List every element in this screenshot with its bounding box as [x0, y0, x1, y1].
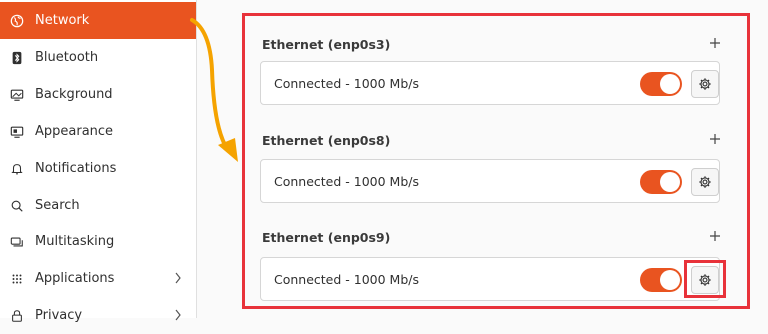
sidebar-item-notifications[interactable]: Notifications	[0, 150, 196, 187]
sidebar-item-label: Network	[35, 13, 90, 28]
toggle-knob	[660, 74, 680, 94]
connection-toggle[interactable]	[640, 268, 682, 292]
sidebar-item-search[interactable]: Search	[0, 187, 196, 224]
gear-icon	[699, 274, 711, 286]
sidebar-item-network[interactable]: Network	[0, 2, 196, 39]
gear-icon	[699, 78, 711, 90]
connection-toggle[interactable]	[640, 72, 682, 96]
section-title: Ethernet (enp0s8)	[262, 133, 391, 148]
connection-row: Connected - 1000 Mb/s	[260, 257, 720, 301]
chevron-right-icon	[175, 272, 181, 284]
lock-icon	[9, 308, 25, 324]
bell-icon	[9, 161, 25, 177]
sidebar-item-applications[interactable]: Applications	[0, 260, 196, 297]
toggle-knob	[660, 270, 680, 290]
appearance-icon	[9, 124, 25, 140]
connection-status: Connected - 1000 Mb/s	[274, 174, 419, 189]
chevron-right-icon	[175, 309, 181, 321]
sidebar-item-multitasking[interactable]: Multitasking	[0, 223, 196, 260]
sidebar-item-label: Appearance	[35, 124, 114, 139]
gear-icon	[699, 176, 711, 188]
connection-row: Connected - 1000 Mb/s	[260, 159, 720, 203]
sidebar-item-bluetooth[interactable]: Bluetooth	[0, 39, 196, 76]
sidebar-item-label: Search	[35, 198, 80, 213]
multitasking-icon	[9, 234, 25, 250]
toggle-knob	[660, 172, 680, 192]
sidebar-item-label: Background	[35, 87, 113, 102]
connection-toggle[interactable]	[640, 170, 682, 194]
section-title: Ethernet (enp0s9)	[262, 230, 391, 245]
bluetooth-icon	[9, 50, 25, 66]
sidebar-item-appearance[interactable]: Appearance	[0, 113, 196, 150]
background-icon	[9, 87, 25, 103]
sidebar-item-label: Privacy	[35, 308, 83, 323]
sidebar-item-label: Notifications	[35, 161, 117, 176]
settings-button[interactable]	[691, 70, 719, 98]
grid-icon	[9, 271, 25, 287]
sidebar-item-background[interactable]: Background	[0, 76, 196, 113]
add-connection-icon[interactable]	[708, 229, 722, 243]
sidebar-item-label: Applications	[35, 271, 115, 286]
search-icon	[9, 198, 25, 214]
settings-button[interactable]	[691, 266, 719, 294]
settings-button[interactable]	[691, 168, 719, 196]
section-title: Ethernet (enp0s3)	[262, 37, 391, 52]
connection-status: Connected - 1000 Mb/s	[274, 272, 419, 287]
connection-status: Connected - 1000 Mb/s	[274, 76, 419, 91]
sidebar-item-privacy[interactable]: Privacy	[0, 297, 196, 334]
add-connection-icon[interactable]	[708, 132, 722, 146]
sidebar-item-label: Multitasking	[35, 234, 115, 249]
connection-row: Connected - 1000 Mb/s	[260, 61, 720, 105]
network-icon	[9, 13, 25, 29]
sidebar-item-label: Bluetooth	[35, 50, 99, 65]
settings-sidebar: Network Bluetooth Background Appearance …	[0, 0, 197, 323]
add-connection-icon[interactable]	[708, 36, 722, 50]
